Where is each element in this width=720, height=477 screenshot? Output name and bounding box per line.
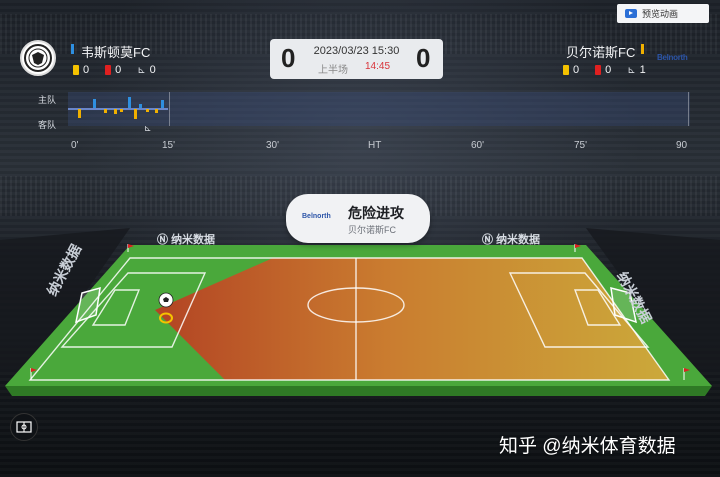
brand-logo-icon: Ⓝ xyxy=(482,234,493,246)
brand-logo-icon: Ⓝ xyxy=(157,234,168,246)
event-title: 危险进攻 xyxy=(348,205,404,221)
pitch-icon xyxy=(16,421,32,433)
danger-attack-zone xyxy=(155,258,669,380)
pitch-edge xyxy=(5,386,712,396)
event-team: 贝尔诺斯FC xyxy=(348,225,396,235)
pitch-view-toggle-button[interactable] xyxy=(10,413,38,441)
watermark: 知乎 @纳米体育数据 xyxy=(499,436,676,457)
event-team-logo: Belnorth xyxy=(302,213,331,220)
event-popup: Belnorth 危险进攻 贝尔诺斯FC xyxy=(286,194,430,243)
ball-icon xyxy=(158,292,174,308)
pitch-brand-top-right: Ⓝ 纳米数据 xyxy=(482,234,541,246)
pitch-brand-top-left: Ⓝ 纳米数据 xyxy=(157,234,216,246)
